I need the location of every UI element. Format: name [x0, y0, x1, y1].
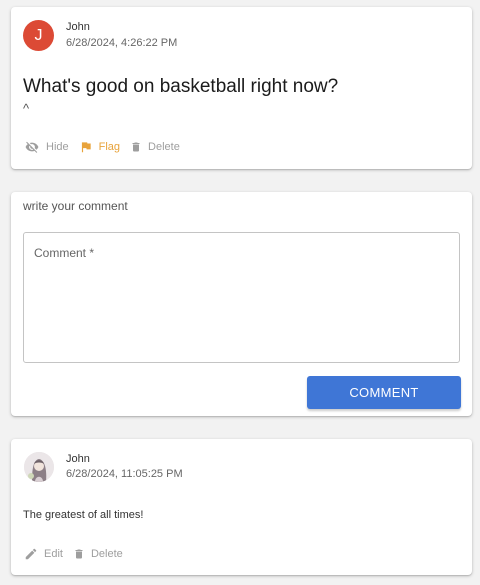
delete-button[interactable]: Delete: [73, 547, 123, 561]
user-photo-icon: [24, 452, 54, 482]
comment-form-label: write your comment: [23, 199, 128, 213]
delete-label: Delete: [148, 141, 180, 153]
edit-button[interactable]: Edit: [24, 547, 63, 561]
trash-icon: [132, 142, 140, 152]
comment-date: 6/28/2024, 11:05:25 PM: [66, 468, 183, 480]
flag-label: Flag: [98, 141, 121, 153]
comment-submit-button[interactable]: COMMENT: [307, 376, 461, 409]
comment-input[interactable]: Comment *: [23, 232, 460, 363]
post-author: John: [66, 21, 90, 33]
comment-actions: Edit Delete: [24, 547, 133, 561]
hide-button[interactable]: Hide: [24, 140, 69, 154]
delete-button[interactable]: Delete: [130, 140, 180, 154]
comment-author: John: [66, 453, 90, 465]
comment-form-card: write your comment Comment * COMMENT: [11, 192, 472, 416]
comment-text: The greatest of all times!: [23, 509, 144, 521]
trash-icon: [75, 549, 83, 559]
comment-placeholder: Comment *: [34, 246, 95, 260]
pencil-icon: [25, 548, 37, 560]
post-actions: Hide Flag Delete: [24, 140, 190, 154]
hide-label: Hide: [46, 141, 69, 153]
avatar: J: [23, 20, 54, 51]
delete-label: Delete: [90, 548, 123, 560]
flag-button[interactable]: Flag: [79, 140, 120, 154]
post-card: J John 6/28/2024, 4:26:22 PM What's good…: [11, 7, 472, 169]
comment-card: John 6/28/2024, 11:05:25 PM The greatest…: [11, 439, 472, 575]
edit-label: Edit: [44, 548, 63, 560]
post-date: 6/28/2024, 4:26:22 PM: [66, 37, 178, 49]
post-title: What's good on basketball right now?: [23, 76, 339, 97]
flag-icon: [81, 142, 91, 153]
avatar: [24, 452, 54, 482]
eye-off-icon: [25, 141, 39, 153]
post-caret: ^: [23, 101, 30, 116]
